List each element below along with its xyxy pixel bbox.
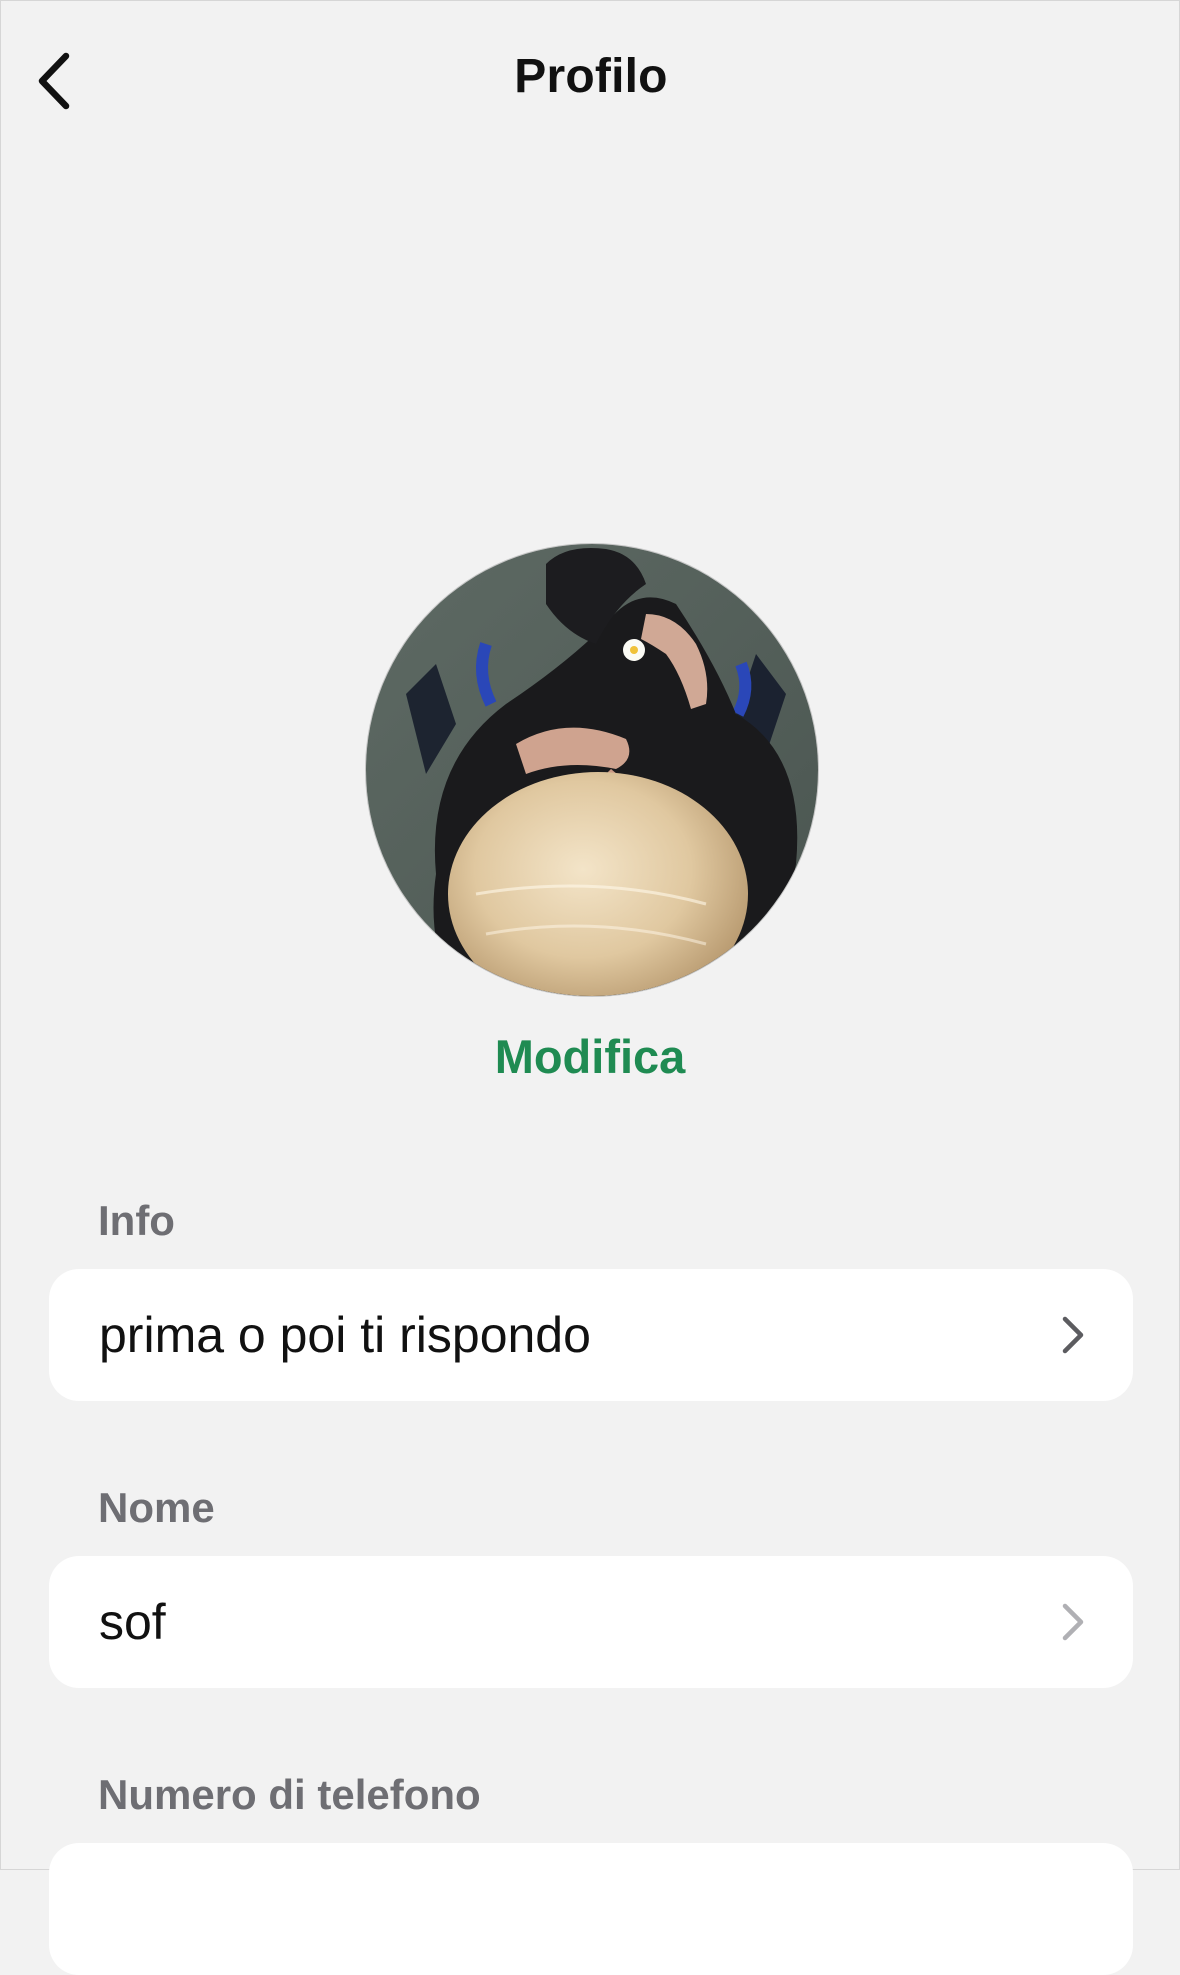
name-row[interactable]: sof — [49, 1556, 1133, 1688]
phone-section-label: Numero di telefono — [98, 1771, 481, 1818]
info-row[interactable]: prima o poi ti rispondo — [49, 1269, 1133, 1401]
profile-screen: Profilo Modifica Info prima o poi ti ris… — [0, 0, 1180, 1975]
chevron-right-icon — [1053, 1597, 1093, 1647]
info-value: prima o poi ti rispondo — [99, 1307, 591, 1363]
info-section-label: Info — [98, 1197, 175, 1244]
top-bar: Profilo — [1, 1, 1180, 161]
page-title: Profilo — [514, 50, 668, 103]
phone-row[interactable] — [49, 1843, 1133, 1975]
profile-avatar[interactable] — [366, 544, 818, 996]
name-section-label: Nome — [98, 1484, 215, 1531]
edit-photo-button[interactable]: Modifica — [1, 1029, 1179, 1084]
chevron-right-icon — [1053, 1310, 1093, 1360]
name-value: sof — [99, 1594, 166, 1650]
avatar-photo — [366, 544, 818, 996]
